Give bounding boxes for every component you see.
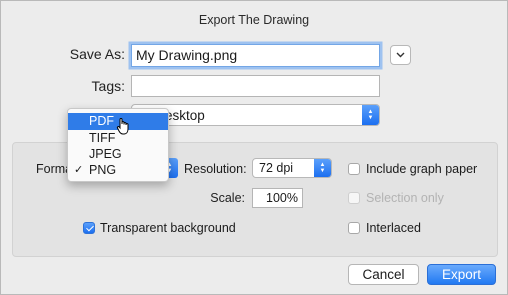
- down-arrow-icon: ▼: [319, 168, 326, 174]
- menu-item-label: PDF: [89, 114, 114, 128]
- selection-only-label: Selection only: [366, 191, 444, 205]
- dialog-title: Export The Drawing: [198, 13, 310, 27]
- cancel-button[interactable]: Cancel: [348, 264, 419, 285]
- menu-item-label: JPEG: [89, 147, 122, 161]
- chevron-down-icon: [396, 52, 405, 58]
- resolution-label: Resolution:: [184, 162, 247, 176]
- transparent-background-label: Transparent background: [100, 221, 236, 235]
- scale-label: Scale:: [210, 191, 245, 205]
- down-arrow-icon: ▼: [367, 115, 374, 121]
- selection-only-checkbox[interactable]: [348, 192, 360, 204]
- hand-cursor-icon: [116, 118, 129, 135]
- menu-item-png[interactable]: ✓ PNG: [68, 162, 168, 179]
- export-dialog: Export The Drawing Save As: My Drawing.p…: [0, 0, 508, 295]
- checkmark-icon: ✓: [74, 164, 84, 176]
- export-button[interactable]: Export: [427, 264, 496, 285]
- scale-field[interactable]: 100%: [252, 188, 303, 208]
- menu-item-jpeg[interactable]: JPEG: [68, 146, 168, 163]
- save-as-field[interactable]: My Drawing.png: [131, 44, 380, 67]
- expand-dialog-button[interactable]: [390, 45, 411, 65]
- include-graph-paper-checkbox[interactable]: [348, 163, 360, 175]
- include-graph-paper-label: Include graph paper: [366, 162, 478, 176]
- resolution-stepper: ▲ ▼: [314, 159, 331, 177]
- menu-item-label: TIFF: [89, 131, 116, 145]
- resolution-value: 72 dpi: [259, 161, 294, 175]
- transparent-background-checkbox[interactable]: [83, 222, 95, 234]
- interlaced-checkbox[interactable]: [348, 222, 360, 234]
- resolution-popup[interactable]: 72 dpi ▲ ▼: [252, 158, 332, 178]
- interlaced-label: Interlaced: [366, 221, 421, 235]
- menu-item-label: PNG: [89, 163, 117, 177]
- tags-field[interactable]: [131, 75, 380, 97]
- where-value: esktop: [165, 108, 205, 123]
- where-stepper: ▲ ▼: [362, 105, 379, 125]
- save-as-value: My Drawing.png: [136, 47, 238, 63]
- tags-label: Tags:: [91, 78, 125, 94]
- scale-value: 100%: [266, 191, 298, 205]
- save-as-label: Save As:: [69, 46, 125, 62]
